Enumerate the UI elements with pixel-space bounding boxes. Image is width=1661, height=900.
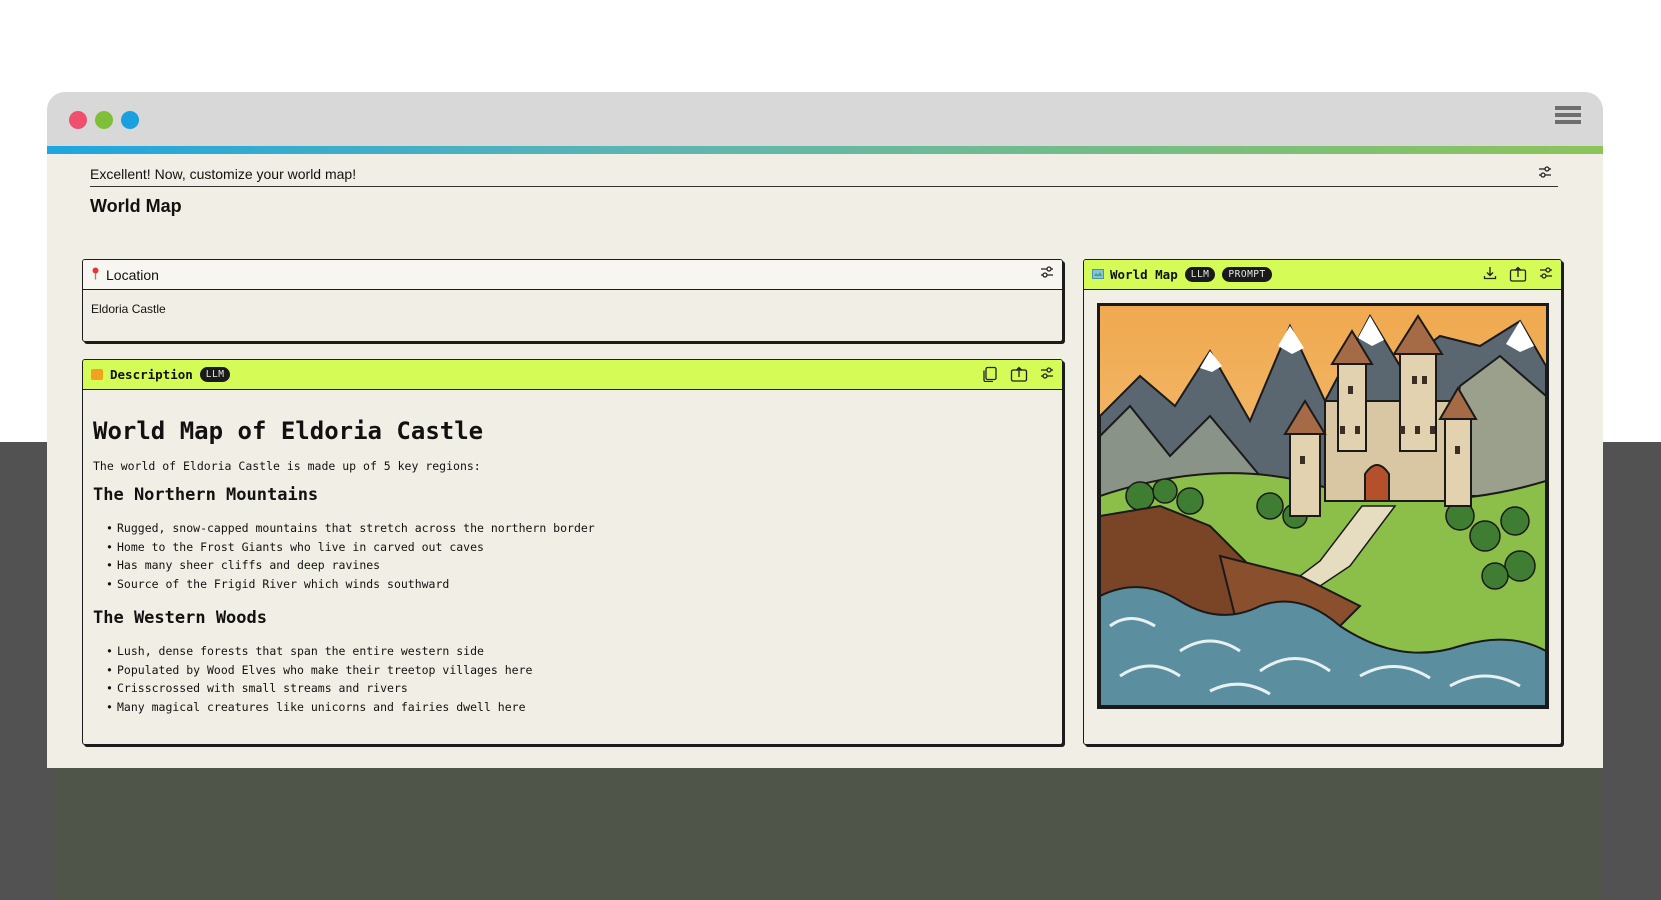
location-header: Location <box>83 260 1062 290</box>
world-map-label: World Map <box>1110 267 1178 282</box>
background-olive <box>56 768 1601 900</box>
list-item: Home to the Frost Giants who live in car… <box>106 538 1052 557</box>
title-bar <box>47 92 1603 146</box>
list-item: Rugged, snow-capped mountains that stret… <box>106 519 1052 538</box>
world-map-header: World Map LLM PROMPT <box>1084 260 1561 290</box>
section-title: The Western Woods <box>93 608 267 628</box>
location-value[interactable]: Eldoria Castle <box>83 290 1062 328</box>
hamburger-icon[interactable] <box>1555 106 1581 130</box>
list-item: Source of the Frigid River which winds s… <box>106 575 1052 594</box>
sliders-icon[interactable] <box>1040 266 1054 278</box>
description-header: Description LLM <box>83 360 1062 390</box>
accent-bar <box>47 146 1603 154</box>
page-title: World Map <box>90 196 182 216</box>
location-label: Location <box>106 266 159 283</box>
list-item: Many magical creatures like unicorns and… <box>106 698 1052 717</box>
sliders-icon[interactable] <box>1539 266 1553 282</box>
minimize-dot[interactable] <box>95 111 113 129</box>
description-intro: The world of Eldoria Castle is made up o… <box>93 459 481 473</box>
close-dot[interactable] <box>69 111 87 129</box>
description-heading: World Map of Eldoria Castle <box>93 417 484 445</box>
sliders-icon[interactable] <box>1040 366 1054 382</box>
llm-badge: LLM <box>199 367 231 382</box>
map-icon <box>1092 268 1104 282</box>
list-item: Crisscrossed with small streams and rive… <box>106 679 1052 698</box>
list-item: Populated by Wood Elves who make their t… <box>106 661 1052 680</box>
copy-icon[interactable] <box>982 366 998 382</box>
section-list: Rugged, snow-capped mountains that stret… <box>93 519 1052 593</box>
app-window: Excellent! Now, customize your world map… <box>47 92 1603 768</box>
download-icon[interactable] <box>1483 266 1497 282</box>
llm-badge: LLM <box>1184 267 1216 282</box>
pin-icon <box>91 267 100 283</box>
description-body[interactable]: World Map of Eldoria Castle The world of… <box>83 390 1062 744</box>
castle-illustration <box>1100 306 1546 706</box>
share-icon[interactable] <box>1509 266 1527 282</box>
section-title: The Northern Mountains <box>93 485 319 505</box>
prompt-text: Excellent! Now, customize your world map… <box>90 166 357 182</box>
world-map-panel: World Map LLM PROMPT <box>1083 259 1562 745</box>
list-item: Lush, dense forests that span the entire… <box>106 642 1052 661</box>
section-list: Lush, dense forests that span the entire… <box>93 642 1052 716</box>
list-item: Has many sheer cliffs and deep ravines <box>106 556 1052 575</box>
description-label: Description <box>110 367 193 382</box>
note-icon <box>91 369 103 380</box>
prompt-badge: PROMPT <box>1222 267 1272 282</box>
description-panel: Description LLM World Map of Eldoria Cas… <box>82 359 1063 745</box>
world-map-image[interactable] <box>1097 303 1549 709</box>
share-icon[interactable] <box>1010 366 1028 382</box>
prompt-row: Excellent! Now, customize your world map… <box>90 161 1558 187</box>
sliders-icon[interactable] <box>1538 165 1552 183</box>
maximize-dot[interactable] <box>121 111 139 129</box>
location-panel: Location Eldoria Castle <box>82 259 1063 342</box>
